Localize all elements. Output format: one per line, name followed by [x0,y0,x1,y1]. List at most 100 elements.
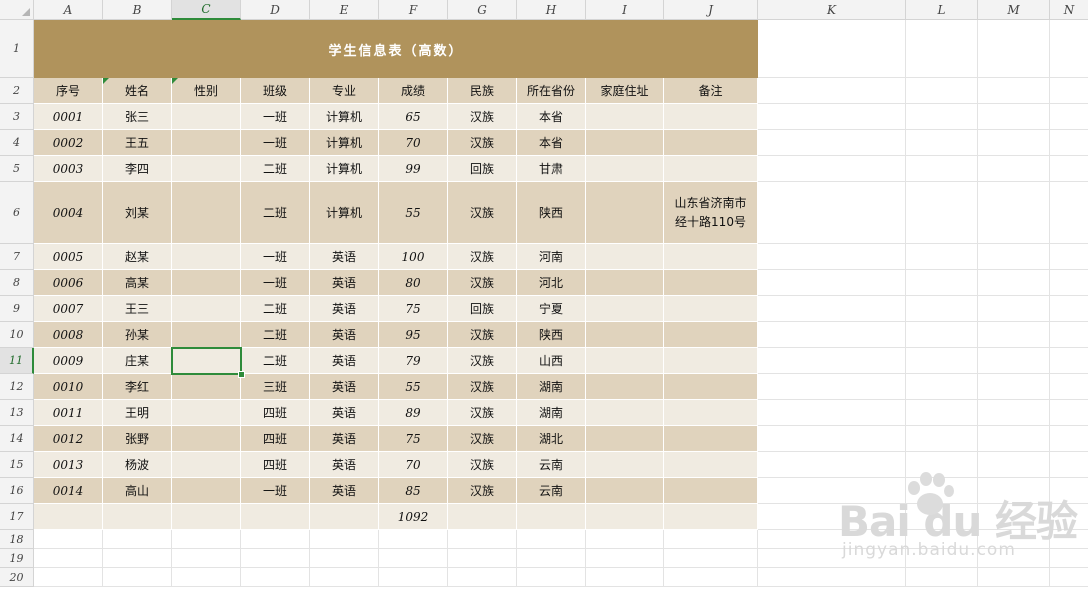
table-cell[interactable] [664,244,758,270]
table-cell[interactable] [172,182,241,244]
table-cell[interactable]: 汉族 [448,400,517,426]
table-cell[interactable] [586,426,664,452]
table-cell[interactable] [586,104,664,130]
table-cell[interactable]: 汉族 [448,322,517,348]
table-cell[interactable]: 王三 [103,296,172,322]
grid-cell[interactable] [906,182,978,244]
grid-cell[interactable] [906,156,978,182]
grid-cell[interactable] [978,182,1050,244]
table-cell[interactable]: 山西 [517,348,586,374]
grid-cell[interactable] [758,568,906,587]
table-cell[interactable] [586,400,664,426]
grid-cell[interactable] [1050,374,1088,400]
row-header-18[interactable]: 18 [0,530,34,549]
grid-cell[interactable] [1050,530,1088,549]
row-header-14[interactable]: 14 [0,426,34,452]
column-header-B[interactable]: B [103,0,172,20]
table-cell[interactable]: 一班 [241,478,310,504]
table-cell[interactable]: 汉族 [448,374,517,400]
table-cell[interactable]: 二班 [241,156,310,182]
table-cell[interactable]: 0007 [34,296,103,322]
grid-cell[interactable] [758,322,906,348]
table-cell[interactable]: 55 [379,182,448,244]
table-cell[interactable]: 张三 [103,104,172,130]
table-cell[interactable] [586,322,664,348]
table-cell[interactable]: 0010 [34,374,103,400]
column-header-cell[interactable]: 班级 [241,78,310,104]
grid-cell[interactable] [758,270,906,296]
grid-cell[interactable] [664,549,758,568]
row-header-1[interactable]: 1 [0,20,34,78]
grid-cell[interactable] [172,530,241,549]
grid-cell[interactable] [241,530,310,549]
table-cell[interactable]: 四班 [241,400,310,426]
column-header-cell[interactable]: 家庭住址 [586,78,664,104]
row-header-15[interactable]: 15 [0,452,34,478]
grid-cell[interactable] [978,568,1050,587]
table-cell[interactable]: 二班 [241,348,310,374]
table-cell[interactable]: 刘某 [103,182,172,244]
grid-cell[interactable] [172,549,241,568]
column-header-cell[interactable]: 备注 [664,78,758,104]
table-cell[interactable]: 湖南 [517,374,586,400]
grid-cell[interactable] [34,549,103,568]
table-cell[interactable]: 李四 [103,156,172,182]
table-cell[interactable]: 70 [379,452,448,478]
grid-cell[interactable] [906,78,978,104]
table-cell[interactable] [664,270,758,296]
table-cell[interactable] [172,400,241,426]
table-cell[interactable] [664,348,758,374]
table-cell[interactable] [586,156,664,182]
grid-cell[interactable] [758,426,906,452]
grid-cell[interactable] [34,568,103,587]
grid-cell[interactable] [379,530,448,549]
grid-cell[interactable] [978,530,1050,549]
column-header-E[interactable]: E [310,0,379,20]
table-cell[interactable]: 二班 [241,296,310,322]
table-cell[interactable] [664,130,758,156]
grid-cell[interactable] [758,78,906,104]
table-cell[interactable] [664,504,758,530]
grid-cell[interactable] [978,130,1050,156]
table-cell[interactable] [517,504,586,530]
table-cell[interactable]: 汉族 [448,426,517,452]
table-cell[interactable]: 本省 [517,130,586,156]
grid-cell[interactable] [1050,452,1088,478]
table-cell[interactable] [586,478,664,504]
table-cell[interactable]: 汉族 [448,182,517,244]
grid-cell[interactable] [906,374,978,400]
table-cell[interactable] [664,452,758,478]
table-cell[interactable]: 王五 [103,130,172,156]
table-cell[interactable] [172,322,241,348]
table-cell[interactable] [586,130,664,156]
table-cell[interactable]: 计算机 [310,182,379,244]
table-cell[interactable]: 英语 [310,244,379,270]
grid-cell[interactable] [978,270,1050,296]
table-cell[interactable] [664,426,758,452]
table-cell[interactable] [664,296,758,322]
table-cell[interactable] [172,296,241,322]
table-cell[interactable]: 英语 [310,374,379,400]
table-cell[interactable]: 山东省济南市经十路110号 [664,182,758,244]
grid-cell[interactable] [1050,20,1088,78]
table-cell[interactable] [664,374,758,400]
row-header-8[interactable]: 8 [0,270,34,296]
grid-cell[interactable] [1050,568,1088,587]
table-cell[interactable]: 70 [379,130,448,156]
grid-cell[interactable] [758,374,906,400]
table-cell[interactable]: 79 [379,348,448,374]
table-cell[interactable]: 100 [379,244,448,270]
column-header-cell[interactable]: 性别 [172,78,241,104]
grid-cell[interactable] [758,182,906,244]
grid-cell[interactable] [1050,104,1088,130]
table-cell[interactable] [103,504,172,530]
column-header-cell[interactable]: 所在省份 [517,78,586,104]
column-header-cell[interactable]: 民族 [448,78,517,104]
table-cell[interactable]: 云南 [517,452,586,478]
table-cell[interactable] [586,348,664,374]
table-cell[interactable]: 汉族 [448,130,517,156]
table-cell[interactable]: 80 [379,270,448,296]
table-cell[interactable]: 河北 [517,270,586,296]
select-all-corner[interactable] [0,0,34,20]
grid-cell[interactable] [978,478,1050,504]
